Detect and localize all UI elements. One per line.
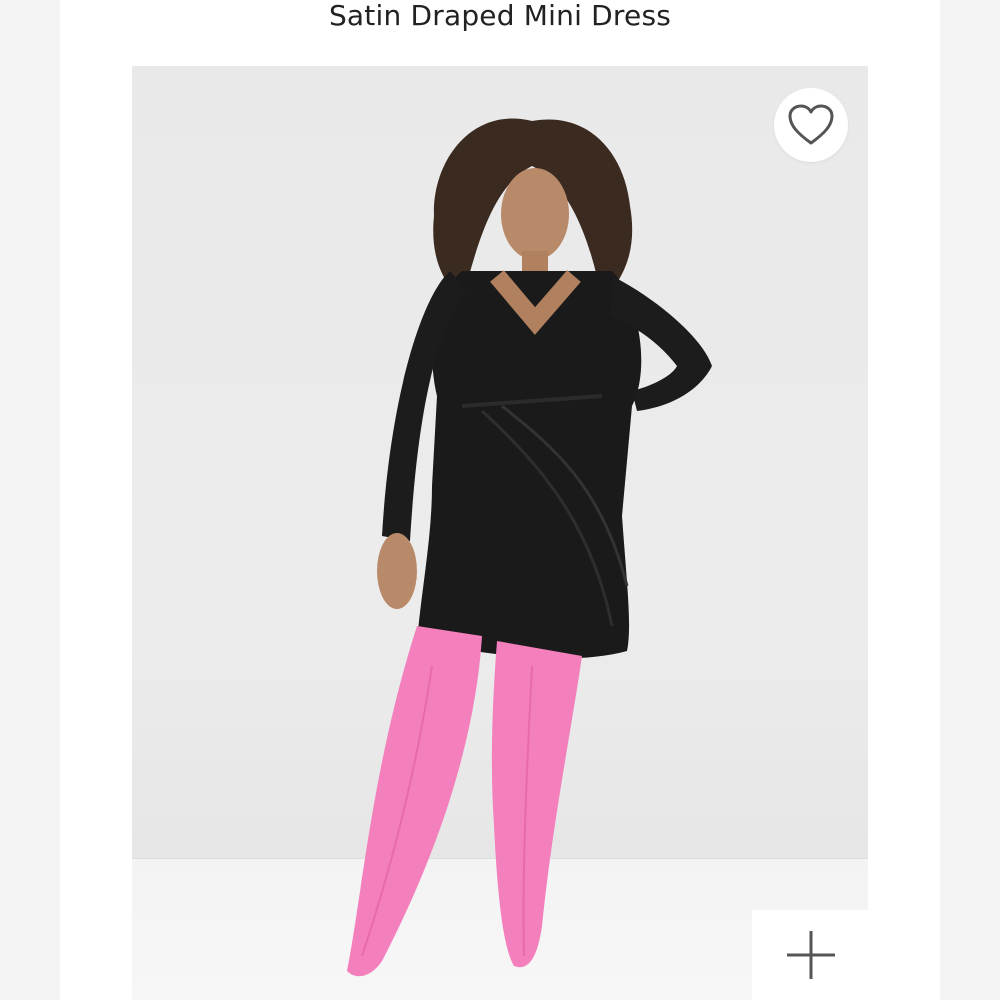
zoom-button[interactable] <box>752 910 870 1000</box>
model-photo <box>347 118 712 977</box>
product-title: Satin Draped Mini Dress <box>328 0 672 32</box>
plus-icon <box>787 931 835 979</box>
page-frame: Satin Draped Mini Dress <box>0 0 1000 1000</box>
product-image[interactable] <box>132 66 868 1000</box>
heart-outline-icon <box>788 104 834 145</box>
product-screen: Satin Draped Mini Dress <box>60 0 940 1000</box>
wishlist-button[interactable] <box>774 88 848 162</box>
